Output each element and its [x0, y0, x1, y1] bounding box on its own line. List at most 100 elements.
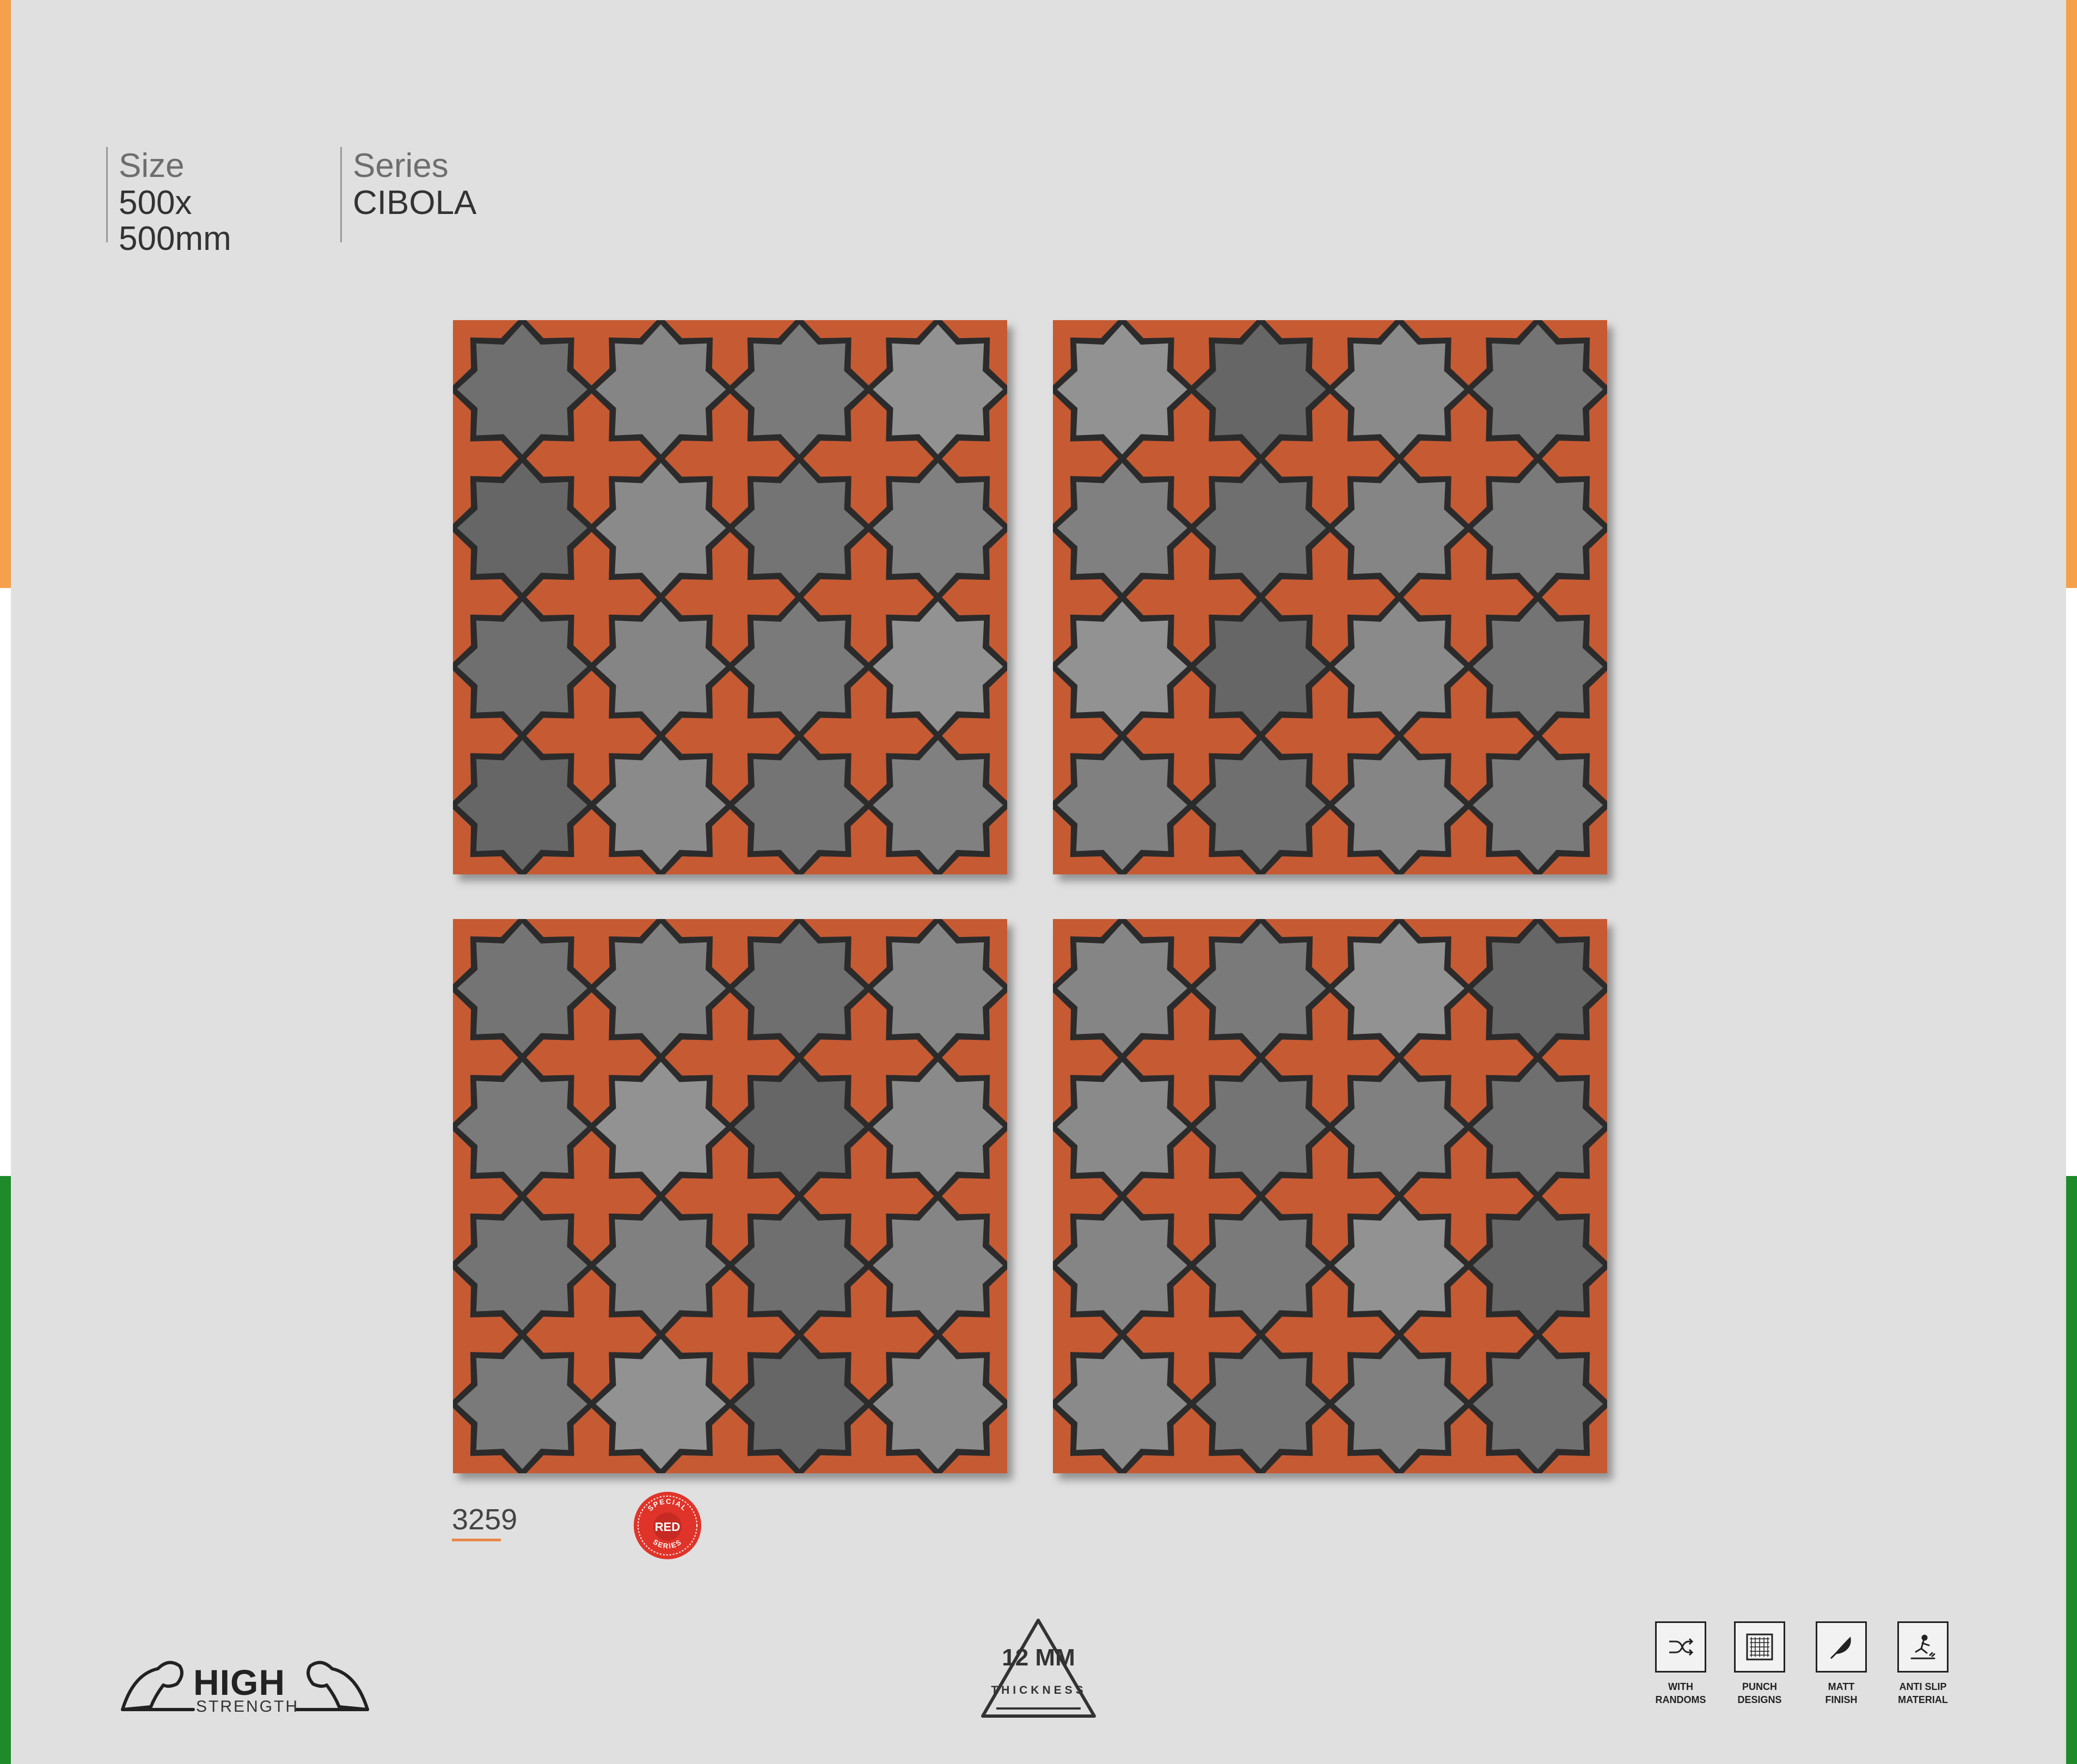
tile-top-right: [1053, 320, 1607, 874]
catalog-page: Size 500x 500mm Series CIBOLA 3259 SPECI…: [0, 0, 2077, 1764]
tile-star: [1196, 740, 1326, 871]
tile-star: [734, 601, 865, 732]
tile-star: [1057, 601, 1187, 732]
tile-star: [596, 1200, 726, 1331]
tile-star: [596, 1339, 726, 1469]
white-stripe-left: [0, 588, 11, 1176]
tile-star: [1196, 1200, 1326, 1331]
series-label: Series: [353, 147, 449, 185]
tile-star: [1057, 1200, 1187, 1331]
tile-star: [1334, 324, 1465, 455]
tile-star: [1196, 923, 1326, 1054]
tile-star: [457, 1339, 587, 1469]
tile-top-left: [453, 320, 1007, 874]
size-label: Size: [119, 147, 185, 185]
tile-star: [457, 463, 587, 593]
size-spec: Size 500x 500mm: [106, 147, 260, 257]
feature-anti-slip: ANTI SLIP MATERIAL: [1879, 1621, 1966, 1706]
green-stripe-left: [0, 1176, 11, 1764]
feature-label-matt: MATT FINISH: [1825, 1681, 1858, 1705]
feature-punch-designs: PUNCH DESIGNS: [1716, 1621, 1803, 1706]
tile-star: [596, 324, 726, 455]
product-code-underline: [452, 1539, 501, 1541]
tile-star: [596, 1062, 726, 1192]
tile-star: [734, 740, 865, 871]
tile-star: [873, 923, 1003, 1054]
tile-star: [1196, 324, 1326, 455]
tile-star: [734, 324, 865, 455]
tile-star: [1057, 463, 1187, 593]
tile-star: [1473, 601, 1603, 732]
tile-bottom-left: [453, 919, 1007, 1473]
feature-matt-finish: MATT FINISH: [1798, 1621, 1885, 1706]
badge-center-text: RED: [655, 1520, 680, 1534]
tile-star: [873, 1200, 1003, 1331]
tile-bottom-right: [1053, 919, 1607, 1473]
white-stripe-right: [2066, 588, 2077, 1176]
tile-star: [457, 1200, 587, 1331]
green-stripe-right: [2066, 1176, 2077, 1764]
tile-star: [1334, 923, 1465, 1054]
feather-icon: [1816, 1621, 1867, 1673]
tile-star: [1196, 601, 1326, 732]
tile-star: [1473, 1339, 1603, 1469]
tile-star: [1473, 324, 1603, 455]
tile-star: [1057, 740, 1187, 871]
tile-star: [1057, 1339, 1187, 1469]
tile-star: [1334, 463, 1465, 593]
high-strength-subtitle: STRENGTH: [196, 1698, 299, 1716]
tile-star: [457, 740, 587, 871]
feature-with-randoms: WITH RANDOMS: [1637, 1621, 1724, 1706]
tile-star: [1196, 1339, 1326, 1469]
saffron-stripe-left: [0, 0, 11, 588]
thickness-value: 12 MM: [1002, 1644, 1075, 1671]
tile-star: [457, 324, 587, 455]
tile-star: [457, 601, 587, 732]
tile-star: [734, 1062, 865, 1192]
tile-star: [1057, 324, 1187, 455]
shuffle-icon: [1655, 1621, 1706, 1673]
tile-star: [734, 923, 865, 1054]
tile-star: [873, 1062, 1003, 1192]
tile-star: [734, 1200, 865, 1331]
tile-star: [1473, 1200, 1603, 1331]
tile-star: [1334, 1062, 1465, 1192]
thickness-label: THICKNESS: [991, 1684, 1087, 1696]
tile-star: [596, 740, 726, 871]
tile-star: [873, 1339, 1003, 1469]
tile-star: [873, 324, 1003, 455]
feature-label-randoms: WITH RANDOMS: [1655, 1681, 1706, 1705]
saffron-stripe-right: [2066, 0, 2077, 588]
tile-star: [1473, 923, 1603, 1054]
grid-icon: [1734, 1621, 1785, 1673]
tile-star: [734, 463, 865, 593]
left-arm-icon: [121, 1661, 183, 1711]
tile-star: [873, 601, 1003, 732]
special-red-series-badge: SPECIAL RED SERIES: [633, 1491, 702, 1560]
tile-star: [1334, 1200, 1465, 1331]
series-spec: Series CIBOLA: [340, 147, 527, 242]
tile-star: [873, 463, 1003, 593]
tile-star: [1334, 601, 1465, 732]
tile-star: [734, 1339, 865, 1469]
tile-star: [596, 463, 726, 593]
tile-star: [596, 601, 726, 732]
anti-slip-icon: [1897, 1621, 1949, 1673]
tile-star: [457, 1062, 587, 1192]
size-value-line2: 500mm: [119, 220, 231, 258]
tile-star: [596, 923, 726, 1054]
tile-star: [873, 740, 1003, 871]
tile-star: [1057, 1062, 1187, 1192]
series-value: CIBOLA: [353, 184, 477, 222]
tile-star: [457, 923, 587, 1054]
tile-star: [1057, 923, 1187, 1054]
product-code: 3259: [452, 1503, 518, 1536]
tile-star: [1334, 740, 1465, 871]
right-arm-icon: [307, 1661, 369, 1711]
feature-label-anti-slip: ANTI SLIP MATERIAL: [1898, 1681, 1948, 1705]
tile-star: [1473, 463, 1603, 593]
tile-star: [1473, 740, 1603, 871]
size-value-line1: 500x: [119, 184, 192, 222]
tile-star: [1473, 1062, 1603, 1192]
high-strength-title: HIGH: [193, 1662, 285, 1702]
